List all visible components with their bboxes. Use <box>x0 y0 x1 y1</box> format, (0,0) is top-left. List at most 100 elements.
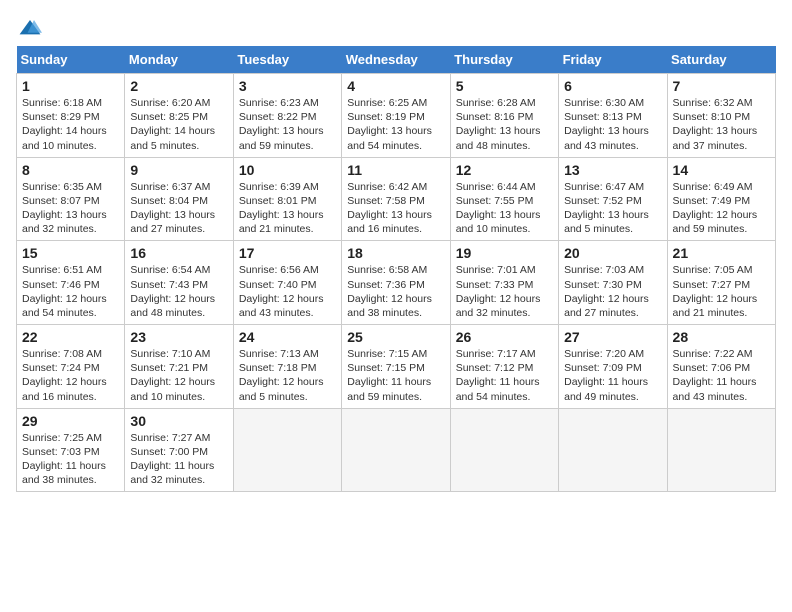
logo <box>16 16 42 36</box>
weekday-header-monday: Monday <box>125 46 233 74</box>
day-number: 16 <box>130 245 227 261</box>
day-number: 22 <box>22 329 119 345</box>
calendar-cell: 20 Sunrise: 7:03 AMSunset: 7:30 PMDayligh… <box>559 241 667 325</box>
day-info: Sunrise: 6:18 AMSunset: 8:29 PMDaylight:… <box>22 96 119 153</box>
day-info: Sunrise: 6:32 AMSunset: 8:10 PMDaylight:… <box>673 96 770 153</box>
weekday-header-sunday: Sunday <box>17 46 125 74</box>
calendar-week-2: 8 Sunrise: 6:35 AMSunset: 8:07 PMDaylight… <box>17 157 776 241</box>
day-number: 29 <box>22 413 119 429</box>
calendar-cell: 18 Sunrise: 6:58 AMSunset: 7:36 PMDayligh… <box>342 241 450 325</box>
day-info: Sunrise: 6:30 AMSunset: 8:13 PMDaylight:… <box>564 96 661 153</box>
day-info: Sunrise: 7:27 AMSunset: 7:00 PMDaylight:… <box>130 431 227 488</box>
calendar-week-5: 29 Sunrise: 7:25 AMSunset: 7:03 PMDayligh… <box>17 408 776 492</box>
calendar-week-4: 22 Sunrise: 7:08 AMSunset: 7:24 PMDayligh… <box>17 325 776 409</box>
day-info: Sunrise: 6:58 AMSunset: 7:36 PMDaylight:… <box>347 263 444 320</box>
day-number: 24 <box>239 329 336 345</box>
day-number: 15 <box>22 245 119 261</box>
calendar-cell: 4 Sunrise: 6:25 AMSunset: 8:19 PMDaylight… <box>342 74 450 158</box>
calendar-cell: 2Sunrise: 6:20 AMSunset: 8:25 PMDaylight… <box>125 74 233 158</box>
day-number: 19 <box>456 245 553 261</box>
calendar-week-3: 15 Sunrise: 6:51 AMSunset: 7:46 PMDayligh… <box>17 241 776 325</box>
day-info: Sunrise: 6:39 AMSunset: 8:01 PMDaylight:… <box>239 180 336 237</box>
day-number: 17 <box>239 245 336 261</box>
day-info: Sunrise: 7:03 AMSunset: 7:30 PMDaylight:… <box>564 263 661 320</box>
calendar-cell: 3 Sunrise: 6:23 AMSunset: 8:22 PMDaylight… <box>233 74 341 158</box>
day-info: Sunrise: 6:28 AMSunset: 8:16 PMDaylight:… <box>456 96 553 153</box>
calendar-cell <box>342 408 450 492</box>
day-number: 13 <box>564 162 661 178</box>
weekday-header-thursday: Thursday <box>450 46 558 74</box>
calendar-cell: 12 Sunrise: 6:44 AMSunset: 7:55 PMDayligh… <box>450 157 558 241</box>
calendar-cell: 29 Sunrise: 7:25 AMSunset: 7:03 PMDayligh… <box>17 408 125 492</box>
calendar-cell: 7 Sunrise: 6:32 AMSunset: 8:10 PMDaylight… <box>667 74 775 158</box>
calendar-cell: 28Sunrise: 7:22 AMSunset: 7:06 PMDayligh… <box>667 325 775 409</box>
weekday-header-friday: Friday <box>559 46 667 74</box>
day-info: Sunrise: 6:51 AMSunset: 7:46 PMDaylight:… <box>22 263 119 320</box>
calendar-cell <box>450 408 558 492</box>
day-info: Sunrise: 7:15 AMSunset: 7:15 PMDaylight:… <box>347 347 444 404</box>
day-number: 1 <box>22 78 119 94</box>
calendar-table: SundayMondayTuesdayWednesdayThursdayFrid… <box>16 46 776 492</box>
day-number: 10 <box>239 162 336 178</box>
calendar-cell: 14 Sunrise: 6:49 AMSunset: 7:49 PMDayligh… <box>667 157 775 241</box>
calendar-cell: 24Sunrise: 7:13 AMSunset: 7:18 PMDayligh… <box>233 325 341 409</box>
day-number: 6 <box>564 78 661 94</box>
calendar-cell: 25 Sunrise: 7:15 AMSunset: 7:15 PMDayligh… <box>342 325 450 409</box>
day-number: 8 <box>22 162 119 178</box>
day-info: Sunrise: 7:08 AMSunset: 7:24 PMDaylight:… <box>22 347 119 404</box>
calendar-cell: 22 Sunrise: 7:08 AMSunset: 7:24 PMDayligh… <box>17 325 125 409</box>
weekday-header-tuesday: Tuesday <box>233 46 341 74</box>
day-number: 20 <box>564 245 661 261</box>
day-info: Sunrise: 7:10 AMSunset: 7:21 PMDaylight:… <box>130 347 227 404</box>
day-number: 12 <box>456 162 553 178</box>
day-info: Sunrise: 7:20 AMSunset: 7:09 PMDaylight:… <box>564 347 661 404</box>
day-info: Sunrise: 7:25 AMSunset: 7:03 PMDaylight:… <box>22 431 119 488</box>
calendar-cell: 19 Sunrise: 7:01 AMSunset: 7:33 PMDayligh… <box>450 241 558 325</box>
day-number: 14 <box>673 162 770 178</box>
day-info: Sunrise: 6:49 AMSunset: 7:49 PMDaylight:… <box>673 180 770 237</box>
day-info: Sunrise: 6:42 AMSunset: 7:58 PMDaylight:… <box>347 180 444 237</box>
day-info: Sunrise: 7:17 AMSunset: 7:12 PMDaylight:… <box>456 347 553 404</box>
day-number: 23 <box>130 329 227 345</box>
calendar-cell: 1 Sunrise: 6:18 AMSunset: 8:29 PMDaylight… <box>17 74 125 158</box>
day-info: Sunrise: 6:23 AMSunset: 8:22 PMDaylight:… <box>239 96 336 153</box>
calendar-cell: 8 Sunrise: 6:35 AMSunset: 8:07 PMDaylight… <box>17 157 125 241</box>
day-number: 4 <box>347 78 444 94</box>
calendar-cell: 21 Sunrise: 7:05 AMSunset: 7:27 PMDayligh… <box>667 241 775 325</box>
calendar-cell: 13Sunrise: 6:47 AMSunset: 7:52 PMDayligh… <box>559 157 667 241</box>
logo-icon <box>18 16 42 40</box>
day-number: 27 <box>564 329 661 345</box>
calendar-cell: 30Sunrise: 7:27 AMSunset: 7:00 PMDayligh… <box>125 408 233 492</box>
day-info: Sunrise: 6:35 AMSunset: 8:07 PMDaylight:… <box>22 180 119 237</box>
page-header <box>16 16 776 36</box>
day-number: 2 <box>130 78 227 94</box>
day-number: 25 <box>347 329 444 345</box>
day-info: Sunrise: 6:44 AMSunset: 7:55 PMDaylight:… <box>456 180 553 237</box>
calendar-cell: 11 Sunrise: 6:42 AMSunset: 7:58 PMDayligh… <box>342 157 450 241</box>
day-info: Sunrise: 7:05 AMSunset: 7:27 PMDaylight:… <box>673 263 770 320</box>
day-number: 5 <box>456 78 553 94</box>
day-info: Sunrise: 6:25 AMSunset: 8:19 PMDaylight:… <box>347 96 444 153</box>
calendar-cell <box>233 408 341 492</box>
day-number: 7 <box>673 78 770 94</box>
calendar-cell: 16 Sunrise: 6:54 AMSunset: 7:43 PMDayligh… <box>125 241 233 325</box>
weekday-header-wednesday: Wednesday <box>342 46 450 74</box>
calendar-cell <box>559 408 667 492</box>
day-info: Sunrise: 7:01 AMSunset: 7:33 PMDaylight:… <box>456 263 553 320</box>
day-number: 18 <box>347 245 444 261</box>
calendar-cell: 6 Sunrise: 6:30 AMSunset: 8:13 PMDaylight… <box>559 74 667 158</box>
calendar-cell: 17 Sunrise: 6:56 AMSunset: 7:40 PMDayligh… <box>233 241 341 325</box>
day-number: 26 <box>456 329 553 345</box>
day-info: Sunrise: 6:37 AMSunset: 8:04 PMDaylight:… <box>130 180 227 237</box>
day-number: 3 <box>239 78 336 94</box>
day-info: Sunrise: 7:22 AMSunset: 7:06 PMDaylight:… <box>673 347 770 404</box>
calendar-week-1: 1 Sunrise: 6:18 AMSunset: 8:29 PMDaylight… <box>17 74 776 158</box>
weekday-header-saturday: Saturday <box>667 46 775 74</box>
day-info: Sunrise: 6:54 AMSunset: 7:43 PMDaylight:… <box>130 263 227 320</box>
calendar-cell: 23 Sunrise: 7:10 AMSunset: 7:21 PMDayligh… <box>125 325 233 409</box>
day-number: 9 <box>130 162 227 178</box>
day-info: Sunrise: 6:56 AMSunset: 7:40 PMDaylight:… <box>239 263 336 320</box>
day-number: 21 <box>673 245 770 261</box>
day-number: 11 <box>347 162 444 178</box>
calendar-cell <box>667 408 775 492</box>
